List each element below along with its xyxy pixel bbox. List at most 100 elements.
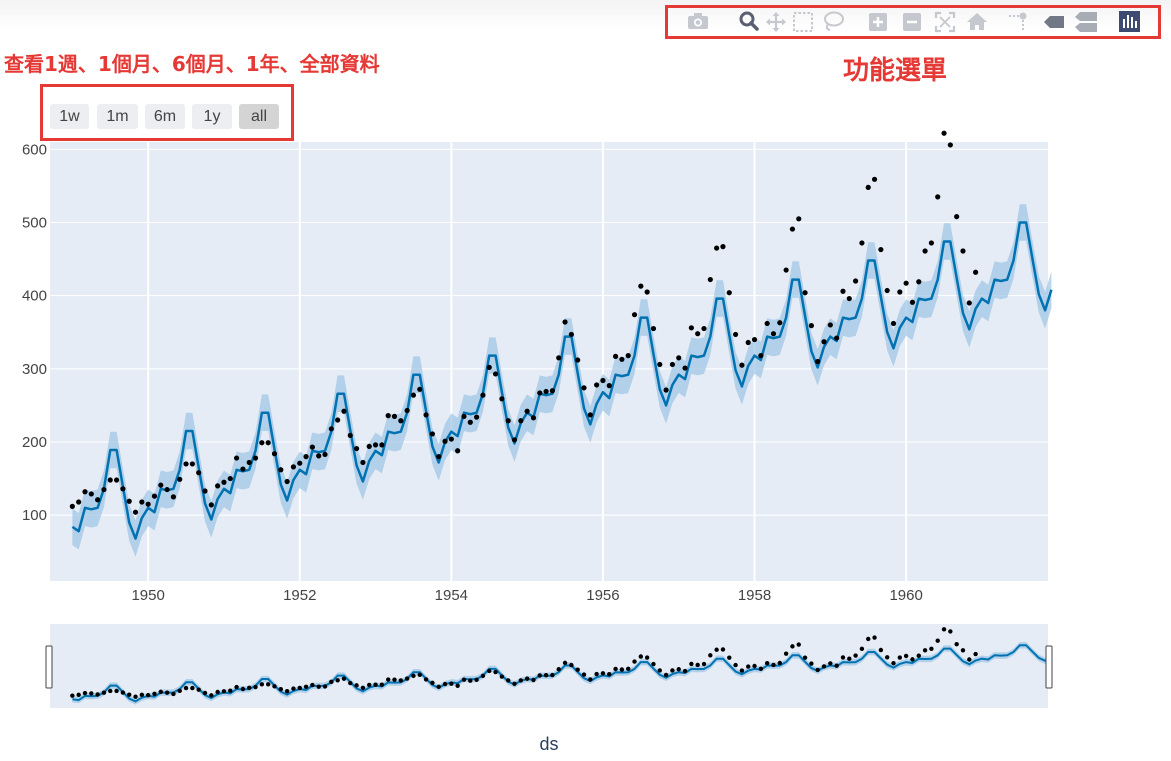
slider-actual-point [903,653,909,659]
actual-point [492,371,499,377]
actual-point [606,383,612,389]
actual-point [398,418,404,424]
slider-actual-point [360,685,366,691]
slider-actual-point [468,678,473,683]
slider-actual-point [866,636,871,642]
slider-actual-point [367,682,372,688]
slider-actual-point [120,690,126,695]
slider-actual-point [840,655,846,660]
actual-point [619,356,625,362]
slider-actual-point [114,688,119,694]
slider-actual-point [278,686,284,692]
actual-point [808,323,814,329]
actual-point [764,320,770,327]
slider-actual-point [954,641,959,647]
slider-actual-point [847,656,852,661]
slider-actual-point [783,651,789,656]
slider-actual-point [916,653,921,658]
actual-point [884,287,890,294]
slider-actual-point [543,673,549,678]
actual-point [865,184,871,190]
actual-point [720,244,726,250]
y-tick-label: 100 [22,507,47,524]
slider-actual-point [493,669,498,675]
actual-point [316,453,322,459]
slider-actual-point [550,672,555,678]
slider-actual-point [145,693,151,698]
actual-point [120,486,126,492]
actual-point [246,459,252,466]
actual-point [480,392,486,398]
actual-point [379,442,385,448]
actual-point [890,320,897,327]
actual-point [834,335,840,341]
slider-actual-point [581,672,587,677]
actual-point [208,502,214,508]
slider-actual-point [436,684,441,689]
actual-point [309,444,315,450]
slider-actual-point [556,667,561,672]
slider-actual-point [607,671,612,677]
slider-actual-point [127,692,132,697]
slider-actual-point [758,666,764,672]
actual-point [385,413,391,419]
actual-point [549,388,556,394]
slider-actual-point [569,662,574,668]
slider-actual-point [562,660,568,666]
x-tick-label: 1956 [586,587,619,604]
actual-point [821,339,827,345]
slider-actual-point [303,684,309,689]
actual-point [436,454,442,460]
actual-point [505,418,511,424]
slider-actual-point [575,667,580,672]
slider-actual-point [310,682,315,688]
range-slider-left-handle[interactable] [45,645,53,689]
actual-point [139,499,145,505]
slider-actual-point [941,627,947,632]
actual-point [442,438,448,444]
slider-actual-point [272,684,277,689]
slider-actual-point [733,662,738,668]
slider-actual-point [670,668,675,673]
slider-actual-point [512,681,517,687]
actual-point [132,509,139,515]
actual-point [82,489,88,495]
slider-actual-point [234,684,239,690]
actual-point [183,461,189,467]
slider-actual-point [152,691,157,697]
slider-actual-point [739,668,745,673]
y-tick-label: 600 [22,141,47,158]
slider-actual-point [133,694,138,699]
slider-actual-point [802,655,808,660]
actual-point [594,382,600,388]
slider-actual-point [727,655,732,660]
slider-actual-point [714,647,719,652]
slider-actual-point [101,690,107,695]
actual-point [221,479,227,485]
actual-point [941,130,947,136]
range-slider-right-handle[interactable] [1045,645,1053,689]
actual-point [758,353,764,359]
actual-point [448,436,454,442]
slider-actual-point [910,657,915,662]
actual-point [657,361,663,368]
slider-actual-point [171,691,176,697]
slider-actual-point [221,689,227,694]
actual-point [233,455,240,461]
actual-point [151,493,158,499]
slider-actual-point [348,680,353,686]
slider-actual-point [884,655,890,660]
slider-actual-point [764,660,770,666]
slider-actual-point [240,686,246,692]
actual-point [777,320,783,326]
actual-point [581,385,587,391]
slider-actual-point [82,690,88,696]
slider-actual-point [935,638,940,643]
actual-point [290,464,297,470]
slider-actual-point [973,651,978,657]
chart: 100 200 300 400 500 600 1950 1952 1954 1956 1958 19… [22,130,1053,754]
x-tick-label: 1950 [131,587,164,604]
actual-point [859,240,865,246]
slider-actual-point [771,662,776,668]
actual-point [215,483,221,489]
